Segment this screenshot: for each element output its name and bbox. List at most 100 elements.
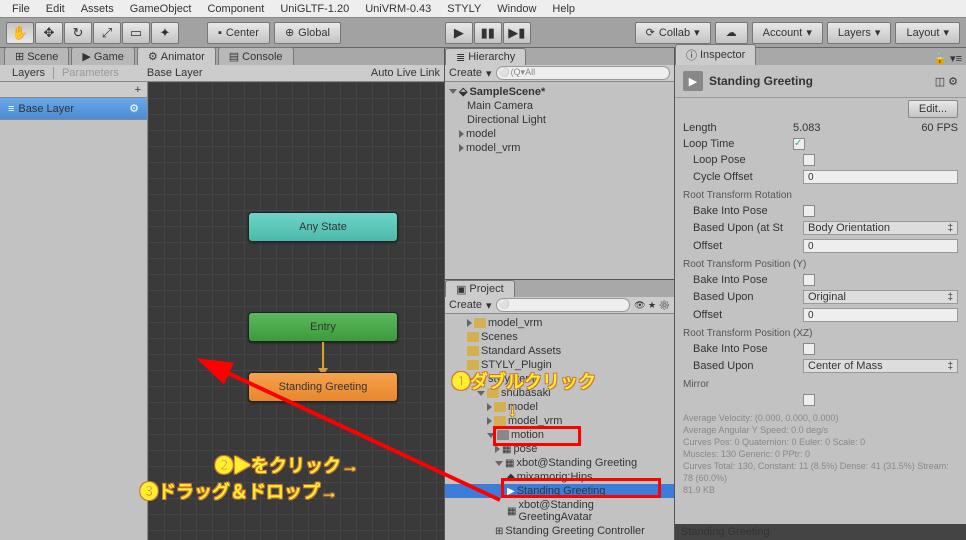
- fps-value: 60 FPS: [921, 122, 958, 134]
- proj-model-vrm-top[interactable]: model_vrm: [445, 316, 674, 330]
- hierarchy-create[interactable]: Create: [449, 67, 482, 79]
- cloud-button[interactable]: ☁: [715, 22, 748, 44]
- account-dropdown[interactable]: Account ▾: [752, 22, 823, 44]
- space-toggle[interactable]: ⊕ Global: [274, 22, 341, 44]
- project-search[interactable]: [496, 298, 631, 312]
- bip-checkbox-3[interactable]: [803, 343, 815, 355]
- proj-avatar[interactable]: ▦ xbot@Standing GreetingAvatar: [445, 498, 674, 524]
- menu-window[interactable]: Window: [489, 3, 544, 15]
- filter-icons[interactable]: 👁 ★ ⚙: [634, 300, 670, 311]
- section-rtr: Root Transform Rotation: [675, 186, 966, 203]
- inspector-footer: Standing Greeting: [675, 524, 966, 540]
- pause-button[interactable]: ▮▮: [474, 22, 502, 44]
- tab-project[interactable]: ▣ Project: [445, 280, 515, 298]
- menu-unigltf[interactable]: UniGLTF-1.20: [272, 3, 357, 15]
- move-tool[interactable]: ✥: [35, 22, 63, 44]
- offset-input-2[interactable]: [803, 308, 958, 322]
- menu-help[interactable]: Help: [544, 3, 583, 15]
- hier-directional-light[interactable]: Directional Light: [445, 113, 674, 127]
- auto-live-link[interactable]: Auto Live Link: [371, 67, 440, 79]
- layers-dropdown[interactable]: Layers ▾: [827, 22, 892, 44]
- add-layer[interactable]: +: [135, 84, 141, 96]
- rect-tool[interactable]: ▭: [122, 22, 150, 44]
- based-dropdown-2[interactable]: Original‡: [803, 290, 958, 304]
- based-label-1: Based Upon (at St: [693, 222, 803, 234]
- node-standing-greeting[interactable]: Standing Greeting: [248, 372, 398, 402]
- length-label: Length: [683, 122, 793, 134]
- node-entry[interactable]: Entry: [248, 312, 398, 342]
- menu-univrm[interactable]: UniVRM-0.43: [357, 3, 439, 15]
- length-value: 5.083: [793, 122, 821, 134]
- loop-time-label: Loop Time: [683, 138, 793, 150]
- layout-dropdown[interactable]: Layout ▾: [895, 22, 960, 44]
- cycle-offset-label: Cycle Offset: [693, 171, 803, 183]
- mirror-checkbox[interactable]: [803, 394, 815, 406]
- annotation-3: ❸ドラッグ＆ドロップ→: [140, 478, 338, 504]
- proj-controller[interactable]: ⊞ Standing Greeting Controller: [445, 524, 674, 538]
- tab-hierarchy[interactable]: ≣ Hierarchy: [445, 48, 526, 66]
- bip-label-2: Bake Into Pose: [693, 274, 803, 286]
- tab-inspector[interactable]: ⓘ Inspector: [675, 44, 756, 65]
- menu-edit[interactable]: Edit: [38, 3, 73, 15]
- offset-label-1: Offset: [693, 240, 803, 252]
- based-dropdown-3[interactable]: Center of Mass‡: [803, 359, 958, 373]
- bip-checkbox-2[interactable]: [803, 274, 815, 286]
- params-subtab[interactable]: Parameters: [54, 67, 127, 79]
- annotation-redbox-motion: [493, 426, 581, 446]
- menu-styly[interactable]: STYLY: [439, 3, 489, 15]
- hier-model-vrm[interactable]: model_vrm: [445, 141, 674, 155]
- menu-gameobject[interactable]: GameObject: [122, 3, 200, 15]
- annotation-1: ❶ダブルクリック: [452, 368, 596, 394]
- scale-tool[interactable]: ⤢: [93, 22, 121, 44]
- hand-tool[interactable]: ✋: [6, 22, 34, 44]
- toolbar: ✋ ✥ ↻ ⤢ ▭ ✦ ▪ Center ⊕ Global ▶ ▮▮ ▶▮ ⟳ …: [0, 18, 966, 48]
- offset-label-2: Offset: [693, 309, 803, 321]
- proj-scenes[interactable]: Scenes: [445, 330, 674, 344]
- annotation-redbox-standing: [501, 478, 661, 498]
- edit-button[interactable]: Edit...: [908, 100, 958, 118]
- menu-assets[interactable]: Assets: [73, 3, 122, 15]
- hier-model[interactable]: model: [445, 127, 674, 141]
- rotate-tool[interactable]: ↻: [64, 22, 92, 44]
- pivot-toggle[interactable]: ▪ Center: [207, 22, 270, 44]
- loop-pose-checkbox[interactable]: [803, 154, 815, 166]
- mirror-label: Mirror: [675, 375, 966, 392]
- tab-game[interactable]: ▶ Game: [71, 47, 134, 65]
- proj-xbot-standing[interactable]: ▦ xbot@Standing Greeting: [445, 456, 674, 470]
- bip-label-3: Bake Into Pose: [693, 343, 803, 355]
- node-any-state[interactable]: Any State: [248, 212, 398, 242]
- section-rty: Root Transform Position (Y): [675, 255, 966, 272]
- bip-checkbox-1[interactable]: [803, 205, 815, 217]
- menu-component[interactable]: Component: [199, 3, 272, 15]
- menu-file[interactable]: File: [4, 3, 38, 15]
- offset-input-1[interactable]: [803, 239, 958, 253]
- annotation-arrow-down: ↓: [508, 400, 517, 421]
- tab-console[interactable]: ▤ Console: [218, 47, 294, 65]
- scene-root[interactable]: ⬙ SampleScene*: [445, 84, 674, 99]
- annotation-2: ❷▶をクリック→: [215, 452, 359, 478]
- proj-standard-assets[interactable]: Standard Assets: [445, 344, 674, 358]
- loop-pose-label: Loop Pose: [693, 154, 803, 166]
- tab-scene[interactable]: ⊞ Scene: [4, 47, 69, 65]
- clip-name: Standing Greeting: [709, 74, 813, 88]
- hierarchy-search[interactable]: (Q▾All: [496, 66, 670, 80]
- section-rtxz: Root Transform Position (XZ): [675, 324, 966, 341]
- breadcrumb-base[interactable]: Base Layer: [147, 67, 203, 79]
- hier-main-camera[interactable]: Main Camera: [445, 99, 674, 113]
- transform-tool[interactable]: ✦: [151, 22, 179, 44]
- project-create[interactable]: Create: [449, 299, 482, 311]
- step-button[interactable]: ▶▮: [503, 22, 531, 44]
- bip-label-1: Bake Into Pose: [693, 205, 803, 217]
- layers-subtab[interactable]: Layers: [4, 67, 54, 79]
- based-dropdown-1[interactable]: Body Orientation‡: [803, 221, 958, 235]
- based-label-2: Based Upon: [693, 291, 803, 303]
- collab-dropdown[interactable]: ⟳ Collab ▾: [635, 22, 711, 44]
- cycle-offset-input[interactable]: [803, 170, 958, 184]
- play-button[interactable]: ▶: [445, 22, 473, 44]
- stats-text: Average Velocity: (0.000, 0.000, 0.000) …: [675, 408, 966, 500]
- proj-model[interactable]: model: [445, 400, 674, 414]
- menu-bar: File Edit Assets GameObject Component Un…: [0, 0, 966, 18]
- loop-time-checkbox[interactable]: [793, 138, 805, 150]
- layer-base[interactable]: ≡ Base Layer⚙: [0, 98, 147, 120]
- tab-animator[interactable]: ⚙ Animator: [137, 47, 216, 65]
